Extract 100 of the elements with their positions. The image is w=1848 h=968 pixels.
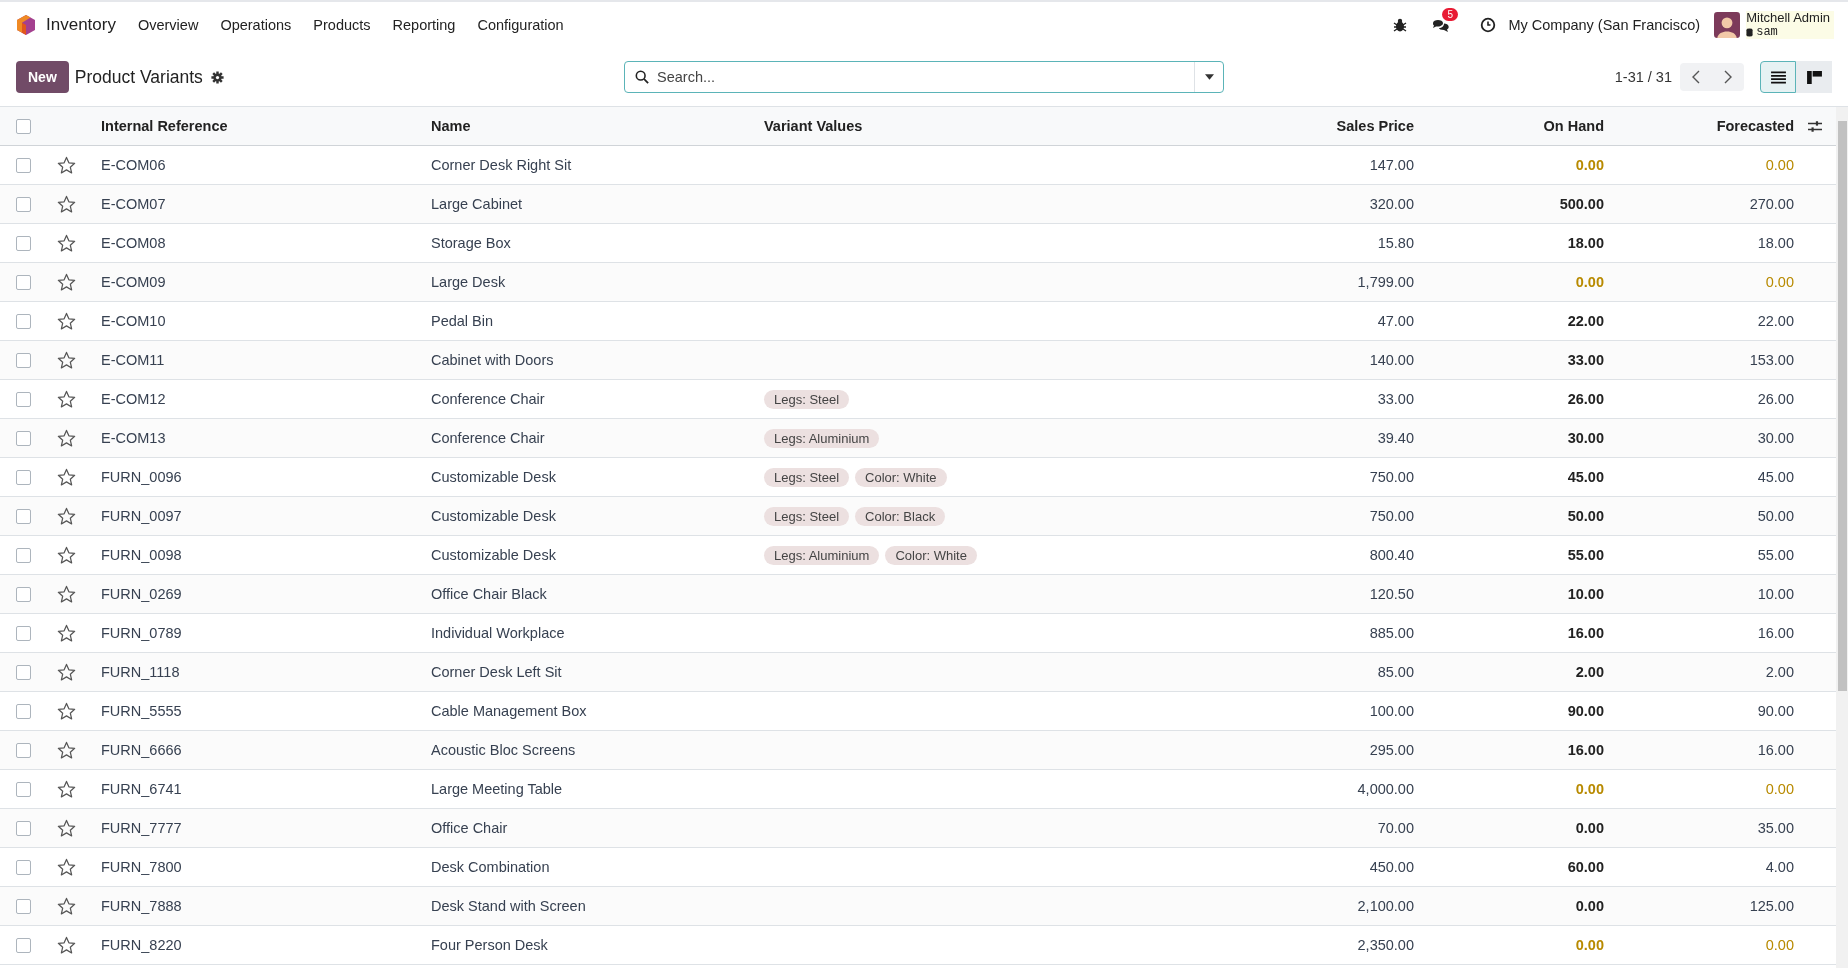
star-icon[interactable] bbox=[56, 584, 76, 604]
menu-item[interactable]: Overview bbox=[137, 17, 199, 33]
star-icon[interactable] bbox=[56, 623, 76, 643]
pager-value[interactable]: 1-31 / 31 bbox=[1614, 69, 1672, 85]
table-cell: 295.00 bbox=[1369, 742, 1414, 758]
table-cell: 100.00 bbox=[1369, 703, 1414, 719]
page-title: Product Variants bbox=[74, 66, 203, 88]
settings-icon[interactable] bbox=[210, 70, 224, 84]
user-name[interactable]: Mitchell Admin bbox=[1746, 10, 1830, 26]
row-checkbox[interactable] bbox=[15, 274, 31, 290]
star-icon[interactable] bbox=[56, 467, 76, 487]
table-cell: E-COM09 bbox=[101, 274, 166, 290]
company-switcher[interactable]: My Company (San Francisco) bbox=[1508, 17, 1701, 33]
table-cell: 0.00 bbox=[1765, 937, 1794, 953]
star-icon[interactable] bbox=[56, 233, 76, 253]
row-checkbox[interactable] bbox=[15, 898, 31, 914]
table-cell: Desk Stand with Screen bbox=[431, 898, 586, 914]
row-checkbox[interactable] bbox=[15, 937, 31, 953]
star-icon[interactable] bbox=[56, 194, 76, 214]
variant-tag: Legs: Aluminium bbox=[764, 545, 880, 565]
kanban-icon bbox=[1806, 70, 1822, 84]
star-icon[interactable] bbox=[56, 155, 76, 175]
row-checkbox[interactable] bbox=[15, 742, 31, 758]
table-cell: Customizable Desk bbox=[431, 469, 556, 485]
row-checkbox[interactable] bbox=[15, 703, 31, 719]
table-cell: Conference Chair bbox=[431, 430, 545, 446]
column-header[interactable]: Name bbox=[431, 118, 471, 134]
row-checkbox[interactable] bbox=[15, 859, 31, 875]
row-checkbox[interactable] bbox=[15, 586, 31, 602]
row-checkbox[interactable] bbox=[15, 547, 31, 563]
star-icon[interactable] bbox=[56, 272, 76, 292]
chat-icon[interactable] bbox=[1432, 17, 1451, 33]
row-checkbox[interactable] bbox=[15, 469, 31, 485]
list-view-button[interactable] bbox=[1760, 61, 1796, 93]
bug-icon[interactable] bbox=[1392, 17, 1409, 33]
variant-tag: Color: White bbox=[885, 545, 977, 565]
table-cell: 90.00 bbox=[1567, 703, 1604, 719]
table-cell: 1,799.00 bbox=[1357, 274, 1414, 290]
star-icon[interactable] bbox=[56, 389, 76, 409]
app-name[interactable]: Inventory bbox=[46, 15, 116, 35]
select-all-checkbox[interactable] bbox=[15, 118, 31, 134]
star-icon[interactable] bbox=[56, 818, 76, 838]
table-cell: 55.00 bbox=[1757, 547, 1794, 563]
star-icon[interactable] bbox=[56, 350, 76, 370]
scrollbar[interactable] bbox=[1836, 107, 1848, 968]
row-checkbox[interactable] bbox=[15, 391, 31, 407]
table-cell: 60.00 bbox=[1567, 859, 1604, 875]
row-checkbox[interactable] bbox=[15, 625, 31, 641]
table-cell: 30.00 bbox=[1567, 430, 1604, 446]
star-icon[interactable] bbox=[56, 857, 76, 877]
table-cell: E-COM13 bbox=[101, 430, 166, 446]
star-icon[interactable] bbox=[56, 428, 76, 448]
chevron-left-icon bbox=[1692, 70, 1700, 84]
table-cell: 30.00 bbox=[1757, 430, 1794, 446]
table-cell: Customizable Desk bbox=[431, 547, 556, 563]
search-input[interactable]: Search... bbox=[655, 68, 1194, 86]
table-cell: Acoustic Bloc Screens bbox=[431, 742, 576, 758]
user-avatar-icon[interactable] bbox=[1714, 12, 1741, 38]
table-cell: 16.00 bbox=[1567, 625, 1604, 641]
table-cell: Office Chair bbox=[431, 820, 508, 836]
row-checkbox[interactable] bbox=[15, 820, 31, 836]
star-icon[interactable] bbox=[56, 896, 76, 916]
row-checkbox[interactable] bbox=[15, 664, 31, 680]
star-icon[interactable] bbox=[56, 740, 76, 760]
row-checkbox[interactable] bbox=[15, 157, 31, 173]
column-header[interactable]: Sales Price bbox=[1336, 118, 1414, 134]
menu-item[interactable]: Configuration bbox=[477, 17, 564, 33]
clock-icon[interactable] bbox=[1480, 17, 1497, 33]
row-checkbox[interactable] bbox=[15, 781, 31, 797]
menu-item[interactable]: Products bbox=[313, 17, 371, 33]
menu-item[interactable]: Operations bbox=[220, 17, 292, 33]
star-icon[interactable] bbox=[56, 545, 76, 565]
star-icon[interactable] bbox=[56, 701, 76, 721]
table-cell: E-COM06 bbox=[101, 157, 166, 173]
star-icon[interactable] bbox=[56, 662, 76, 682]
column-header[interactable]: Forecasted bbox=[1716, 118, 1794, 134]
column-header[interactable]: Internal Reference bbox=[101, 118, 228, 134]
search-bar[interactable]: Search... bbox=[624, 61, 1224, 93]
table-cell: E-COM10 bbox=[101, 313, 166, 329]
row-checkbox[interactable] bbox=[15, 352, 31, 368]
table-cell: FURN_1118 bbox=[101, 664, 180, 680]
star-icon[interactable] bbox=[56, 779, 76, 799]
chevron-right-icon bbox=[1724, 70, 1732, 84]
kanban-view-button[interactable] bbox=[1796, 61, 1832, 93]
menu-item[interactable]: Reporting bbox=[392, 17, 456, 33]
row-checkbox[interactable] bbox=[15, 508, 31, 524]
column-header[interactable]: Variant Values bbox=[764, 118, 863, 134]
star-icon[interactable] bbox=[56, 506, 76, 526]
new-button[interactable]: New bbox=[16, 61, 69, 93]
table-cell: 0.00 bbox=[1765, 274, 1794, 290]
star-icon[interactable] bbox=[56, 935, 76, 955]
row-checkbox[interactable] bbox=[15, 235, 31, 251]
column-settings-icon[interactable] bbox=[1808, 119, 1822, 133]
row-checkbox[interactable] bbox=[15, 196, 31, 212]
row-checkbox[interactable] bbox=[15, 313, 31, 329]
table-cell: 0.00 bbox=[1575, 274, 1604, 290]
column-header[interactable]: On Hand bbox=[1543, 118, 1604, 134]
star-icon[interactable] bbox=[56, 311, 76, 331]
table-cell: 0.00 bbox=[1765, 781, 1794, 797]
row-checkbox[interactable] bbox=[15, 430, 31, 446]
